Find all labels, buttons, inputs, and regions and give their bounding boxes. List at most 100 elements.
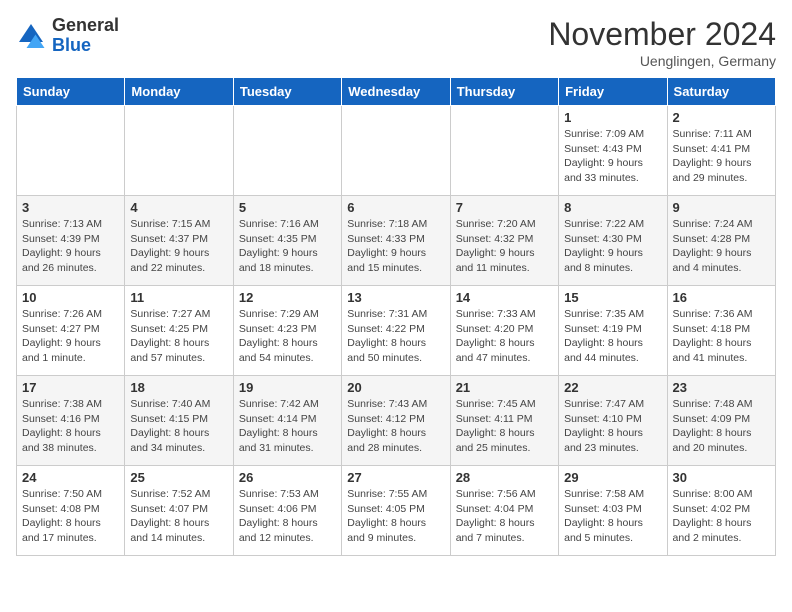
calendar-cell: 16Sunrise: 7:36 AM Sunset: 4:18 PM Dayli…	[667, 286, 775, 376]
column-header-sunday: Sunday	[17, 78, 125, 106]
day-number: 27	[347, 470, 444, 485]
week-row-5: 24 Sunrise: 7:50 AM Sunset: 4:08 PM Dayli…	[17, 466, 776, 556]
calendar-cell: 13 Sunrise: 7:31 AM Sunset: 4:22 PM Dayli…	[342, 286, 450, 376]
day-info: Sunrise: 7:24 AM Sunset: 4:28 PM Dayligh…	[673, 217, 770, 276]
day-info: Sunrise: 7:33 AM Sunset: 4:20 PM Dayligh…	[456, 307, 553, 366]
day-number: 21	[456, 380, 553, 395]
calendar-cell: 14 Sunrise: 7:33 AM Sunset: 4:20 PM Dayli…	[450, 286, 558, 376]
page-header: General Blue November 2024 Uenglingen, G…	[16, 16, 776, 69]
calendar-cell: 5 Sunrise: 7:16 AM Sunset: 4:35 PM Daylig…	[233, 196, 341, 286]
calendar-cell	[17, 106, 125, 196]
day-info: Sunrise: 7:20 AM Sunset: 4:32 PM Dayligh…	[456, 217, 553, 276]
day-number: 30	[673, 470, 770, 485]
day-info: Sunrise: 7:16 AM Sunset: 4:35 PM Dayligh…	[239, 217, 336, 276]
day-number: 9	[673, 200, 770, 215]
calendar-table: SundayMondayTuesdayWednesdayThursdayFrid…	[16, 77, 776, 556]
day-info: Sunrise: 7:13 AM Sunset: 4:39 PM Dayligh…	[22, 217, 119, 276]
calendar-cell: 26Sunrise: 7:53 AM Sunset: 4:06 PM Dayli…	[233, 466, 341, 556]
day-number: 11	[130, 290, 227, 305]
column-header-thursday: Thursday	[450, 78, 558, 106]
day-number: 14	[456, 290, 553, 305]
calendar-cell: 4 Sunrise: 7:15 AM Sunset: 4:37 PM Daylig…	[125, 196, 233, 286]
day-number: 13	[347, 290, 444, 305]
calendar-cell: 12Sunrise: 7:29 AM Sunset: 4:23 PM Dayli…	[233, 286, 341, 376]
calendar-cell: 29Sunrise: 7:58 AM Sunset: 4:03 PM Dayli…	[559, 466, 667, 556]
calendar-cell	[342, 106, 450, 196]
day-number: 17	[22, 380, 119, 395]
column-header-monday: Monday	[125, 78, 233, 106]
calendar-cell: 20 Sunrise: 7:43 AM Sunset: 4:12 PM Dayli…	[342, 376, 450, 466]
calendar-cell: 7 Sunrise: 7:20 AM Sunset: 4:32 PM Daylig…	[450, 196, 558, 286]
day-info: Sunrise: 7:31 AM Sunset: 4:22 PM Dayligh…	[347, 307, 444, 366]
column-header-saturday: Saturday	[667, 78, 775, 106]
day-number: 2	[673, 110, 770, 125]
calendar-cell: 11 Sunrise: 7:27 AM Sunset: 4:25 PM Dayli…	[125, 286, 233, 376]
day-info: Sunrise: 8:00 AM Sunset: 4:02 PM Dayligh…	[673, 487, 770, 546]
day-info: Sunrise: 7:43 AM Sunset: 4:12 PM Dayligh…	[347, 397, 444, 456]
week-row-4: 17 Sunrise: 7:38 AM Sunset: 4:16 PM Dayli…	[17, 376, 776, 466]
day-number: 22	[564, 380, 661, 395]
logo: General Blue	[16, 16, 119, 56]
calendar-cell: 8Sunrise: 7:22 AM Sunset: 4:30 PM Daylig…	[559, 196, 667, 286]
calendar-cell	[450, 106, 558, 196]
calendar-cell: 9 Sunrise: 7:24 AM Sunset: 4:28 PM Daylig…	[667, 196, 775, 286]
calendar-cell: 24 Sunrise: 7:50 AM Sunset: 4:08 PM Dayli…	[17, 466, 125, 556]
calendar-cell: 3 Sunrise: 7:13 AM Sunset: 4:39 PM Daylig…	[17, 196, 125, 286]
calendar-cell	[233, 106, 341, 196]
day-info: Sunrise: 7:38 AM Sunset: 4:16 PM Dayligh…	[22, 397, 119, 456]
day-info: Sunrise: 7:50 AM Sunset: 4:08 PM Dayligh…	[22, 487, 119, 546]
day-number: 19	[239, 380, 336, 395]
day-info: Sunrise: 7:26 AM Sunset: 4:27 PM Dayligh…	[22, 307, 119, 366]
calendar-cell: 25Sunrise: 7:52 AM Sunset: 4:07 PM Dayli…	[125, 466, 233, 556]
calendar-cell: 21 Sunrise: 7:45 AM Sunset: 4:11 PM Dayli…	[450, 376, 558, 466]
logo-icon	[16, 21, 46, 51]
calendar-cell: 27 Sunrise: 7:55 AM Sunset: 4:05 PM Dayli…	[342, 466, 450, 556]
day-number: 1	[564, 110, 661, 125]
column-header-wednesday: Wednesday	[342, 78, 450, 106]
title-block: November 2024 Uenglingen, Germany	[548, 16, 776, 69]
day-number: 15	[564, 290, 661, 305]
calendar-cell: 28 Sunrise: 7:56 AM Sunset: 4:04 PM Dayli…	[450, 466, 558, 556]
day-number: 7	[456, 200, 553, 215]
day-number: 18	[130, 380, 227, 395]
day-number: 5	[239, 200, 336, 215]
day-info: Sunrise: 7:35 AM Sunset: 4:19 PM Dayligh…	[564, 307, 661, 366]
day-number: 3	[22, 200, 119, 215]
logo-general: General	[52, 16, 119, 36]
day-info: Sunrise: 7:11 AM Sunset: 4:41 PM Dayligh…	[673, 127, 770, 186]
day-info: Sunrise: 7:48 AM Sunset: 4:09 PM Dayligh…	[673, 397, 770, 456]
week-row-1: 1 Sunrise: 7:09 AM Sunset: 4:43 PM Daylig…	[17, 106, 776, 196]
day-info: Sunrise: 7:27 AM Sunset: 4:25 PM Dayligh…	[130, 307, 227, 366]
calendar-cell: 19Sunrise: 7:42 AM Sunset: 4:14 PM Dayli…	[233, 376, 341, 466]
day-info: Sunrise: 7:22 AM Sunset: 4:30 PM Dayligh…	[564, 217, 661, 276]
logo-blue: Blue	[52, 36, 119, 56]
location-subtitle: Uenglingen, Germany	[548, 53, 776, 69]
day-info: Sunrise: 7:40 AM Sunset: 4:15 PM Dayligh…	[130, 397, 227, 456]
calendar-cell: 15 Sunrise: 7:35 AM Sunset: 4:19 PM Dayli…	[559, 286, 667, 376]
calendar-cell	[125, 106, 233, 196]
calendar-cell: 17 Sunrise: 7:38 AM Sunset: 4:16 PM Dayli…	[17, 376, 125, 466]
column-header-tuesday: Tuesday	[233, 78, 341, 106]
calendar-cell: 10Sunrise: 7:26 AM Sunset: 4:27 PM Dayli…	[17, 286, 125, 376]
day-info: Sunrise: 7:15 AM Sunset: 4:37 PM Dayligh…	[130, 217, 227, 276]
day-info: Sunrise: 7:53 AM Sunset: 4:06 PM Dayligh…	[239, 487, 336, 546]
month-title: November 2024	[548, 16, 776, 53]
day-number: 20	[347, 380, 444, 395]
day-info: Sunrise: 7:09 AM Sunset: 4:43 PM Dayligh…	[564, 127, 661, 186]
day-number: 24	[22, 470, 119, 485]
day-info: Sunrise: 7:18 AM Sunset: 4:33 PM Dayligh…	[347, 217, 444, 276]
day-number: 4	[130, 200, 227, 215]
day-info: Sunrise: 7:55 AM Sunset: 4:05 PM Dayligh…	[347, 487, 444, 546]
week-row-2: 3 Sunrise: 7:13 AM Sunset: 4:39 PM Daylig…	[17, 196, 776, 286]
day-number: 16	[673, 290, 770, 305]
calendar-cell: 18 Sunrise: 7:40 AM Sunset: 4:15 PM Dayli…	[125, 376, 233, 466]
day-info: Sunrise: 7:56 AM Sunset: 4:04 PM Dayligh…	[456, 487, 553, 546]
calendar-cell: 1 Sunrise: 7:09 AM Sunset: 4:43 PM Daylig…	[559, 106, 667, 196]
day-number: 23	[673, 380, 770, 395]
day-info: Sunrise: 7:45 AM Sunset: 4:11 PM Dayligh…	[456, 397, 553, 456]
calendar-cell: 23 Sunrise: 7:48 AM Sunset: 4:09 PM Dayli…	[667, 376, 775, 466]
calendar-cell: 30 Sunrise: 8:00 AM Sunset: 4:02 PM Dayli…	[667, 466, 775, 556]
column-header-friday: Friday	[559, 78, 667, 106]
day-number: 25	[130, 470, 227, 485]
day-number: 28	[456, 470, 553, 485]
